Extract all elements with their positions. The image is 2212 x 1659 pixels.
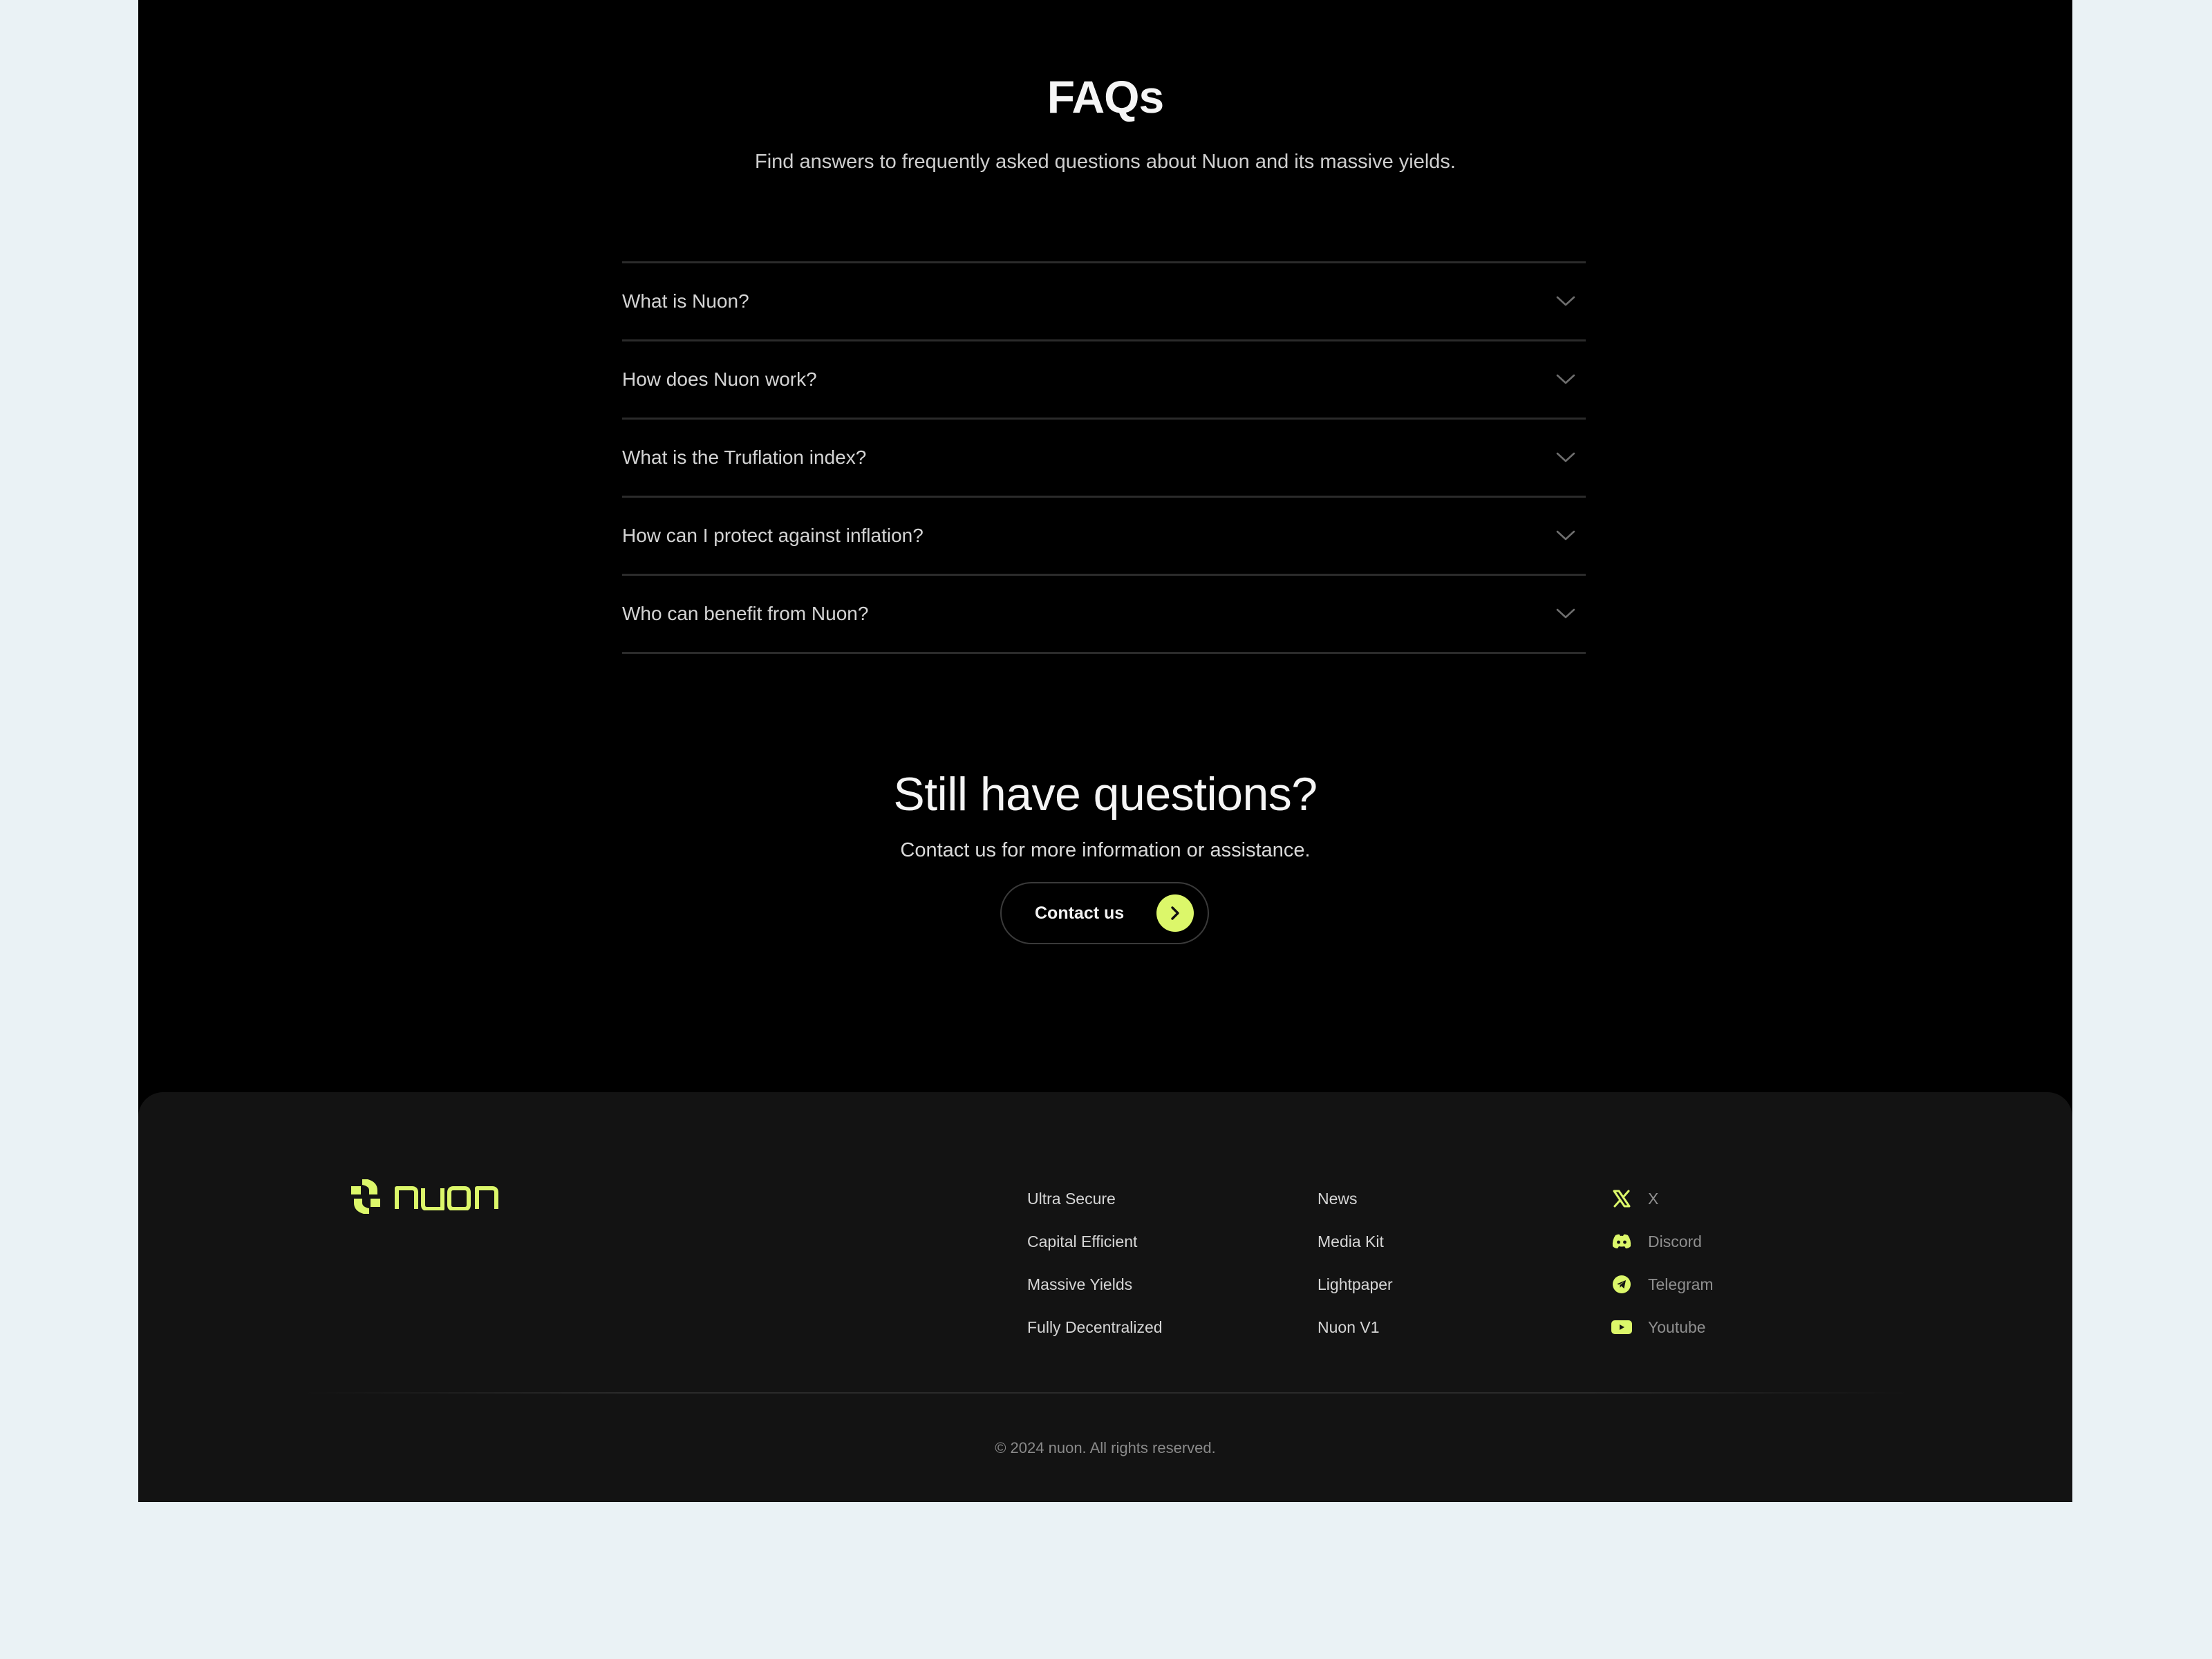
faq-title: FAQs xyxy=(1047,71,1164,122)
faq-question: How can I protect against inflation? xyxy=(622,525,924,546)
footer-divider xyxy=(304,1392,1908,1394)
footer-link-news[interactable]: News xyxy=(1318,1188,1393,1230)
footer-link-nuon-v1[interactable]: Nuon V1 xyxy=(1318,1316,1393,1359)
faq-question: What is the Truflation index? xyxy=(622,447,867,468)
faq-question: What is Nuon? xyxy=(622,290,749,312)
chevron-down-icon[interactable] xyxy=(1554,290,1577,313)
social-label: X xyxy=(1648,1190,1659,1208)
copyright-text: © 2024 nuon. All rights reserved. xyxy=(995,1439,1216,1456)
social-label: Youtube xyxy=(1648,1318,1706,1336)
chevron-down-icon[interactable] xyxy=(1554,524,1577,547)
social-label: Telegram xyxy=(1648,1275,1714,1293)
cta-title: Still have questions? xyxy=(893,768,1318,821)
faq-item-what-is-nuon[interactable]: What is Nuon? xyxy=(622,263,1586,341)
contact-us-button[interactable]: Contact us xyxy=(1000,882,1209,944)
faq-item-how-does-nuon-work[interactable]: How does Nuon work? xyxy=(622,341,1586,420)
faq-item-truflation-index[interactable]: What is the Truflation index? xyxy=(622,420,1586,498)
chevron-down-icon[interactable] xyxy=(1554,446,1577,469)
telegram-icon xyxy=(1611,1273,1633,1295)
nuon-logo-wordmark xyxy=(394,1183,500,1214)
footer-link-massive-yields[interactable]: Massive Yields xyxy=(1027,1273,1163,1316)
social-link-discord[interactable]: Discord xyxy=(1611,1230,1714,1273)
footer-link-media-kit[interactable]: Media Kit xyxy=(1318,1230,1393,1273)
social-link-telegram[interactable]: Telegram xyxy=(1611,1273,1714,1316)
social-label: Discord xyxy=(1648,1232,1702,1250)
discord-icon xyxy=(1611,1230,1633,1253)
arrow-right-icon xyxy=(1156,894,1194,932)
footer-socials: X Discord Telegram Youtube xyxy=(1611,1188,1714,1359)
faq-question: Who can benefit from Nuon? xyxy=(622,603,869,624)
footer: Ultra Secure Capital Efficient Massive Y… xyxy=(138,1092,2072,1502)
social-link-x[interactable]: X xyxy=(1611,1188,1714,1230)
chevron-down-icon[interactable] xyxy=(1554,368,1577,391)
footer-link-ultra-secure[interactable]: Ultra Secure xyxy=(1027,1188,1163,1230)
page-container: FAQs Find answers to frequently asked qu… xyxy=(138,0,2072,1502)
social-link-youtube[interactable]: Youtube xyxy=(1611,1316,1714,1359)
youtube-icon xyxy=(1611,1316,1633,1338)
nuon-logo-mark-icon xyxy=(350,1178,382,1219)
footer-link-capital-efficient[interactable]: Capital Efficient xyxy=(1027,1230,1163,1273)
faq-question: How does Nuon work? xyxy=(622,368,817,390)
chevron-down-icon[interactable] xyxy=(1554,602,1577,626)
faq-subtitle: Find answers to frequently asked questio… xyxy=(755,151,1456,173)
footer-link-lightpaper[interactable]: Lightpaper xyxy=(1318,1273,1393,1316)
cta-subtitle: Contact us for more information or assis… xyxy=(900,839,1311,861)
faq-item-protect-inflation[interactable]: How can I protect against inflation? xyxy=(622,498,1586,576)
contact-us-label: Contact us xyxy=(1035,903,1125,923)
faq-item-who-can-benefit[interactable]: Who can benefit from Nuon? xyxy=(622,576,1586,654)
footer-link-fully-decentralized[interactable]: Fully Decentralized xyxy=(1027,1316,1163,1359)
nuon-logo[interactable] xyxy=(350,1178,500,1219)
faq-list: What is Nuon? How does Nuon work? What i… xyxy=(622,261,1586,654)
footer-links-features: Ultra Secure Capital Efficient Massive Y… xyxy=(1027,1188,1163,1359)
footer-links-resources: News Media Kit Lightpaper Nuon V1 xyxy=(1318,1188,1393,1359)
x-logo-icon xyxy=(1611,1188,1633,1210)
